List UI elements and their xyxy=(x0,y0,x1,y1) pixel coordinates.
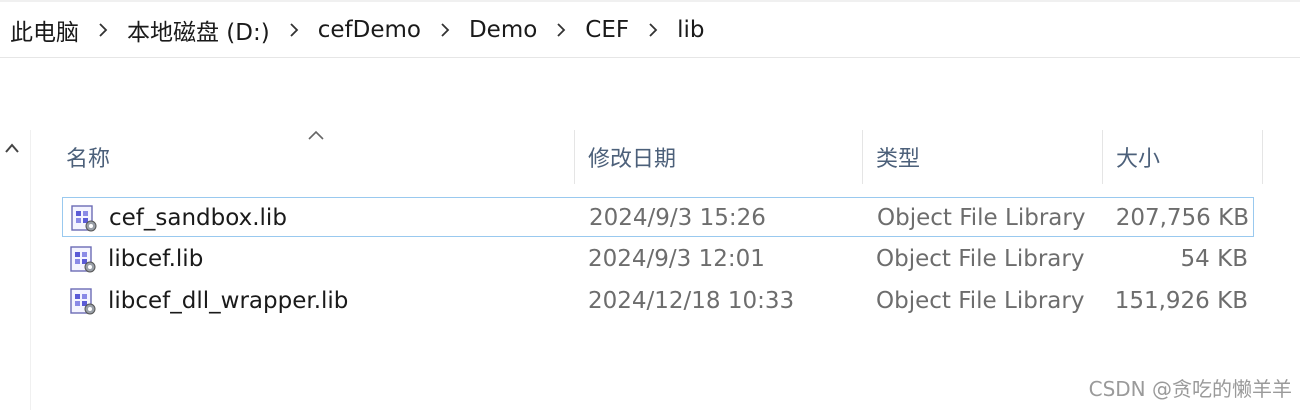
breadcrumb-local-disk-d[interactable]: 本地磁盘 (D:) xyxy=(125,9,272,51)
library-file-icon xyxy=(70,288,96,315)
breadcrumb-this-pc[interactable]: 此电脑 xyxy=(8,9,81,51)
column-divider[interactable] xyxy=(862,130,863,184)
chevron-right-icon[interactable] xyxy=(280,18,308,42)
column-header-modified[interactable]: 修改日期 xyxy=(588,130,862,184)
library-file-icon xyxy=(71,205,97,232)
column-divider[interactable] xyxy=(1102,130,1103,184)
chevron-right-icon[interactable] xyxy=(639,18,667,42)
chevron-right-icon[interactable] xyxy=(547,18,575,42)
file-row[interactable]: cef_sandbox.lib 2024/9/3 15:26 Object Fi… xyxy=(62,197,1254,237)
file-name: libcef_dll_wrapper.lib xyxy=(108,288,349,314)
watermark: CSDN @贪吃的懒羊羊 xyxy=(1088,377,1292,401)
column-divider[interactable] xyxy=(1262,130,1263,184)
breadcrumb: 此电脑 本地磁盘 (D:) cefDemo Demo CEF lib xyxy=(0,0,1300,58)
file-modified: 2024/12/18 10:33 xyxy=(588,288,795,314)
breadcrumb-lib[interactable]: lib xyxy=(675,13,706,47)
column-header-name[interactable]: 名称 xyxy=(66,130,574,184)
column-header-type[interactable]: 类型 xyxy=(876,130,1102,184)
chevron-up-icon[interactable] xyxy=(0,138,24,158)
file-size: 207,756 KB xyxy=(1115,205,1249,231)
file-row[interactable]: libcef_dll_wrapper.lib 2024/12/18 10:33 … xyxy=(62,281,1254,321)
breadcrumb-cefdemo[interactable]: cefDemo xyxy=(316,13,423,47)
file-modified: 2024/9/3 15:26 xyxy=(589,205,766,231)
file-type: Object File Library xyxy=(876,246,1085,272)
file-size: 54 KB xyxy=(1180,246,1248,272)
file-row[interactable]: libcef.lib 2024/9/3 12:01 Object File Li… xyxy=(62,239,1254,279)
column-header-row: 名称 修改日期 类型 大小 xyxy=(30,130,1300,184)
column-header-size[interactable]: 大小 xyxy=(1116,130,1262,184)
chevron-right-icon[interactable] xyxy=(89,18,117,42)
breadcrumb-cef[interactable]: CEF xyxy=(583,13,631,47)
file-modified: 2024/9/3 12:01 xyxy=(588,246,765,272)
file-name: cef_sandbox.lib xyxy=(109,205,287,231)
file-size: 151,926 KB xyxy=(1114,288,1248,314)
navigation-pane-edge xyxy=(0,130,31,410)
file-name: libcef.lib xyxy=(108,246,204,272)
file-type: Object File Library xyxy=(876,288,1085,314)
file-type: Object File Library xyxy=(877,205,1086,231)
breadcrumb-demo[interactable]: Demo xyxy=(467,13,539,47)
column-divider[interactable] xyxy=(574,130,575,184)
chevron-right-icon[interactable] xyxy=(431,18,459,42)
library-file-icon xyxy=(70,246,96,273)
